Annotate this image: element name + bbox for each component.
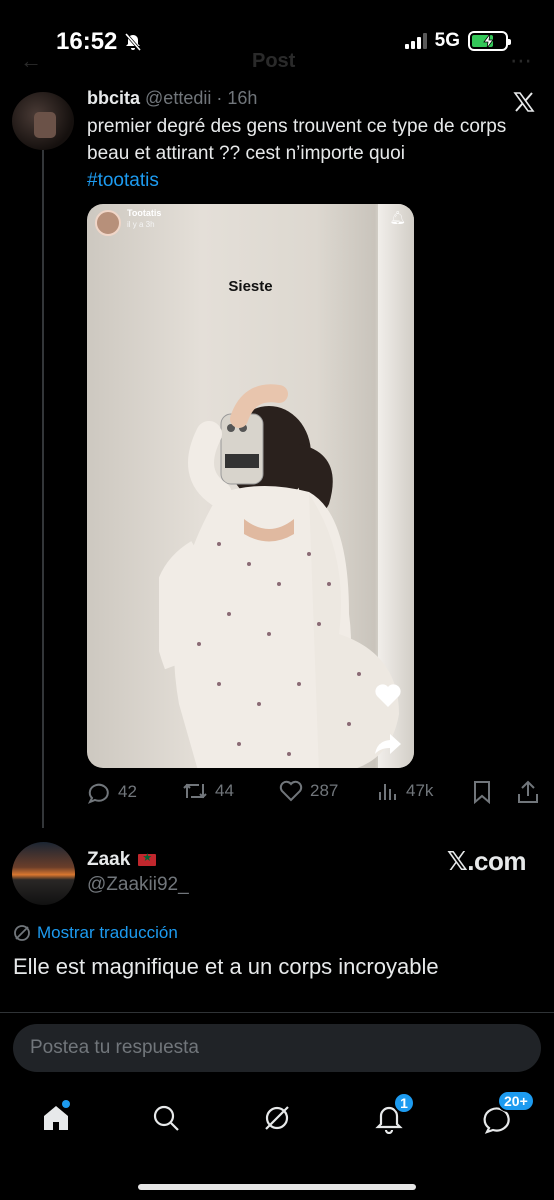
page-title: Post bbox=[252, 50, 296, 72]
tab-messages[interactable]: 20+ bbox=[479, 1090, 535, 1138]
media-avatar bbox=[95, 210, 121, 236]
tweet-media[interactable]: Tootatis il y a 3h 🔔︎ Sieste bbox=[87, 204, 414, 768]
home-dot bbox=[62, 1100, 70, 1108]
author-name[interactable]: bbcita bbox=[87, 88, 140, 108]
reply-author[interactable]: Zaak bbox=[87, 849, 157, 871]
tweet-header: bbcita @ettedii · 16h bbox=[87, 88, 257, 109]
media-account: Tootatis bbox=[127, 208, 162, 218]
tweet-time: · 16h bbox=[216, 88, 258, 108]
repost-icon bbox=[183, 783, 207, 799]
more-icon[interactable]: ⋯ bbox=[510, 48, 532, 74]
tab-grok[interactable] bbox=[257, 1098, 297, 1138]
tab-search[interactable] bbox=[146, 1098, 186, 1138]
home-indicator bbox=[138, 1184, 416, 1190]
media-caption: Sieste bbox=[228, 278, 273, 295]
like-count: 287 bbox=[310, 781, 339, 800]
reply-handle[interactable]: @Zaakii92_ bbox=[87, 874, 189, 896]
media-time: il y a 3h bbox=[127, 220, 155, 229]
reply-count: 42 bbox=[118, 782, 137, 801]
share-arrow-icon[interactable] bbox=[374, 732, 402, 756]
views-count: 47k bbox=[406, 781, 434, 800]
notifications-badge: 1 bbox=[393, 1092, 415, 1114]
heart-filled-icon[interactable] bbox=[374, 682, 402, 708]
tweet-text: premier degré des gens trouvent ce type … bbox=[87, 113, 527, 194]
post-header: ← Post ⋯ bbox=[0, 48, 554, 78]
repost-button[interactable]: 44 bbox=[182, 780, 234, 802]
tab-home[interactable] bbox=[36, 1098, 76, 1138]
views-icon bbox=[379, 784, 396, 800]
reply-composer[interactable] bbox=[13, 1024, 541, 1072]
reply-button[interactable]: 42 bbox=[87, 780, 137, 804]
reply-input[interactable] bbox=[13, 1024, 541, 1072]
tweet-actions: 42 44 287 47k bbox=[87, 780, 547, 810]
reply-avatar[interactable] bbox=[12, 842, 75, 905]
tab-notifications[interactable]: 1 bbox=[369, 1092, 415, 1138]
photo-subject bbox=[159, 384, 399, 768]
bookmark-button[interactable] bbox=[472, 780, 492, 804]
back-arrow-icon[interactable]: ← bbox=[20, 48, 42, 74]
x-logo-icon bbox=[513, 92, 535, 112]
search-icon bbox=[153, 1105, 179, 1131]
reply-icon bbox=[87, 783, 109, 804]
author-handle[interactable]: @ettedii bbox=[145, 88, 211, 108]
like-button[interactable]: 287 bbox=[279, 780, 338, 802]
hashtag-link[interactable]: #tootatis bbox=[87, 167, 527, 194]
translate-icon bbox=[14, 925, 30, 941]
bell-icon: 🔔︎ bbox=[389, 210, 406, 225]
reply-author-name[interactable]: Zaak bbox=[87, 849, 130, 871]
signal-icon bbox=[404, 33, 427, 49]
translate-link[interactable]: Mostrar traducción bbox=[13, 923, 178, 943]
translate-label[interactable]: Mostrar traducción bbox=[37, 923, 178, 943]
tab-bar: 1 20+ bbox=[0, 1090, 554, 1150]
views-button[interactable]: 47k bbox=[377, 780, 433, 802]
repost-count: 44 bbox=[215, 781, 234, 800]
messages-badge: 20+ bbox=[497, 1090, 535, 1112]
morocco-flag-icon bbox=[138, 851, 157, 866]
divider bbox=[0, 1012, 554, 1013]
bookmark-icon bbox=[474, 781, 490, 804]
tweet-body: premier degré des gens trouvent ce type … bbox=[87, 116, 507, 164]
reply-text: Elle est magnifique et a un corps incroy… bbox=[13, 954, 439, 979]
share-button[interactable] bbox=[517, 780, 539, 804]
share-icon bbox=[518, 780, 538, 803]
thread-line bbox=[42, 150, 44, 828]
grok-icon bbox=[265, 1106, 289, 1130]
avatar[interactable] bbox=[12, 92, 74, 150]
x-watermark: 𝕏.com bbox=[446, 846, 527, 876]
heart-icon bbox=[279, 780, 303, 802]
